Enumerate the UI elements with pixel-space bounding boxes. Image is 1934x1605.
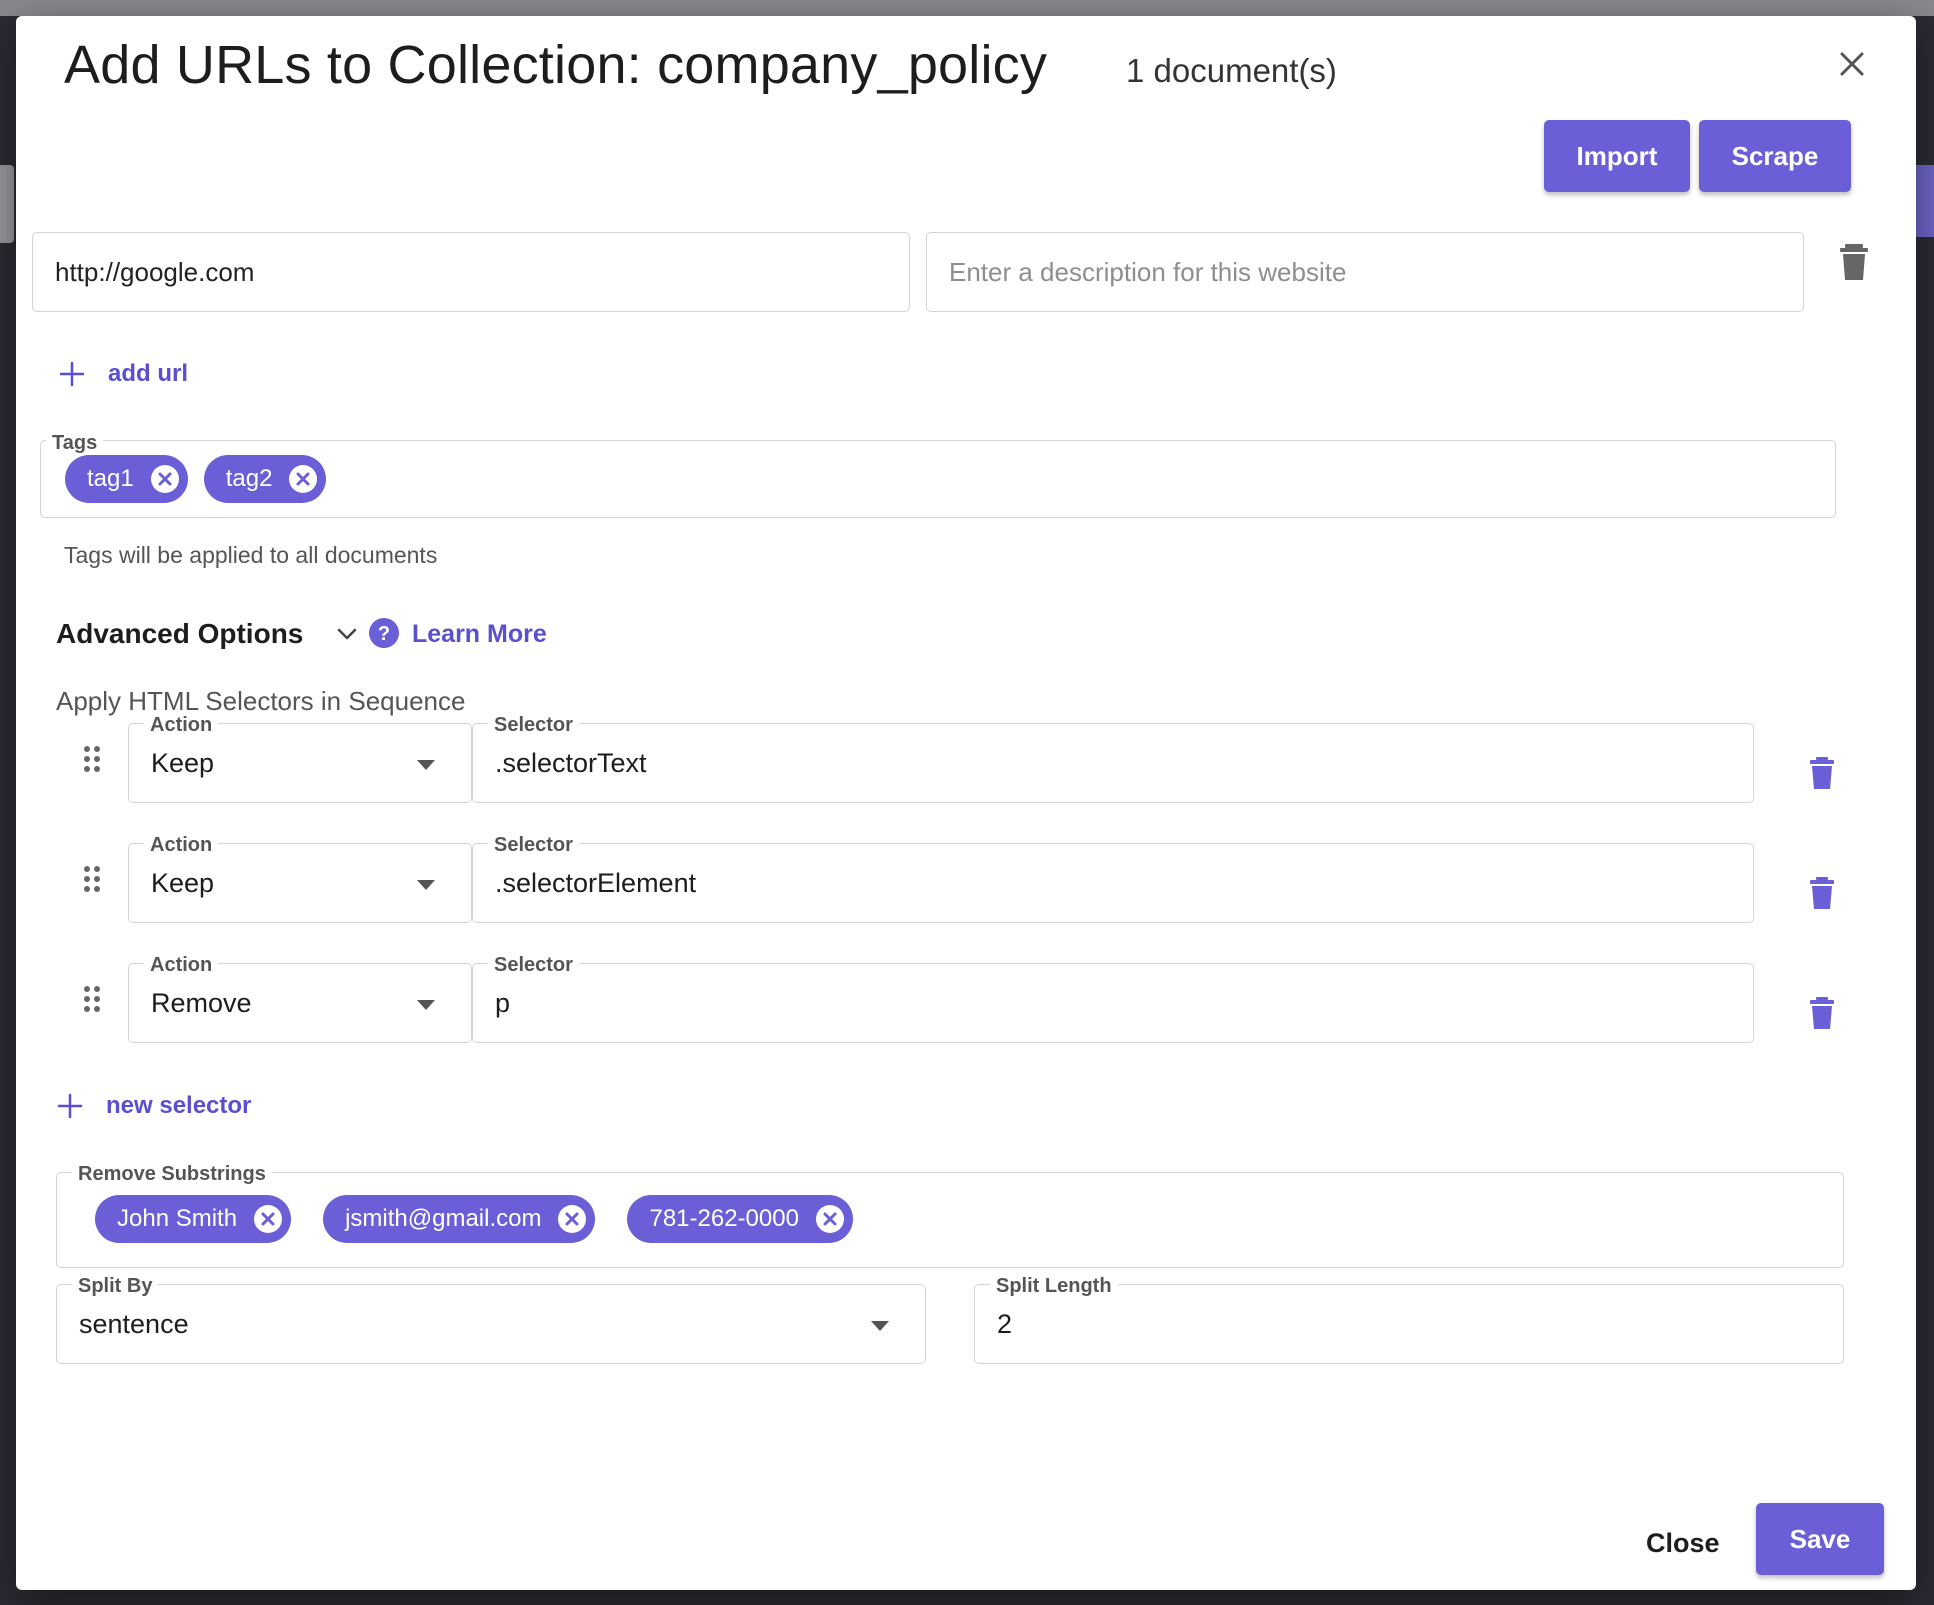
tags-hint: Tags will be applied to all documents	[64, 542, 438, 568]
substring-chip: John Smith	[95, 1195, 292, 1243]
split-by-label: Split By	[72, 1275, 159, 1298]
close-button[interactable]: Close	[1636, 1522, 1730, 1565]
save-button[interactable]: Save	[1756, 1503, 1884, 1575]
import-button[interactable]: Import	[1544, 120, 1690, 192]
backdrop-top-bar	[0, 0, 1934, 16]
close-icon[interactable]	[1832, 44, 1872, 84]
dropdown-caret-icon	[871, 1321, 889, 1331]
action-value: Keep	[151, 868, 215, 898]
substring-chip-label: jsmith@gmail.com	[345, 1205, 542, 1232]
plus-icon	[57, 1093, 83, 1119]
trash-icon[interactable]	[1808, 996, 1836, 1030]
dropdown-caret-icon	[417, 1000, 435, 1010]
chip-remove-icon[interactable]	[815, 1204, 845, 1234]
description-input[interactable]	[926, 232, 1804, 312]
selector-input[interactable]: .selectorText	[472, 723, 1754, 803]
tag-chip: tag1	[65, 455, 188, 503]
svg-text:?: ?	[378, 623, 390, 645]
apply-selectors-label: Apply HTML Selectors in Sequence	[56, 686, 466, 716]
selector-label: Selector	[488, 714, 579, 737]
remove-substrings-label: Remove Substrings	[72, 1163, 272, 1186]
substring-chip: 781-262-0000	[627, 1195, 853, 1243]
substring-chip-label: 781-262-0000	[649, 1205, 799, 1232]
chevron-down-icon[interactable]	[332, 622, 362, 646]
dropdown-caret-icon	[417, 760, 435, 770]
chip-remove-icon[interactable]	[150, 464, 180, 494]
split-length-label: Split Length	[990, 1275, 1118, 1298]
trash-icon[interactable]	[1808, 876, 1836, 910]
new-selector-label: new selector	[106, 1092, 252, 1119]
drag-handle-icon[interactable]	[82, 864, 102, 894]
action-label: Action	[144, 954, 219, 977]
remove-substrings-field[interactable]: John Smith jsmith@gmail.com 781-262-0000	[56, 1172, 1844, 1268]
selector-input[interactable]: .selectorElement	[472, 843, 1754, 923]
drag-handle-icon[interactable]	[82, 984, 102, 1014]
selector-value: p	[495, 988, 511, 1018]
selector-value: .selectorElement	[495, 868, 697, 898]
substring-chip-label: John Smith	[117, 1205, 238, 1232]
help-circle-icon: ?	[369, 618, 399, 648]
document-count: 1 document(s)	[1126, 52, 1337, 89]
dropdown-caret-icon	[417, 880, 435, 890]
split-by-select[interactable]: sentence	[56, 1284, 926, 1364]
selector-input[interactable]: p	[472, 963, 1754, 1043]
substring-chip: jsmith@gmail.com	[323, 1195, 596, 1243]
new-selector-button[interactable]: new selector	[56, 1092, 251, 1120]
split-length-value: 2	[997, 1309, 1013, 1339]
trash-icon[interactable]	[1808, 756, 1836, 790]
split-by-value: sentence	[79, 1309, 189, 1339]
action-value: Remove	[151, 988, 252, 1018]
backdrop-edge-left	[0, 165, 14, 243]
chip-remove-icon[interactable]	[288, 464, 318, 494]
dialog-title: Add URLs to Collection: company_policy	[64, 35, 1048, 95]
tags-label: Tags	[46, 432, 104, 455]
chip-remove-icon[interactable]	[557, 1204, 587, 1234]
learn-more-link[interactable]: Learn More	[412, 620, 547, 649]
tag-chip-label: tag2	[225, 465, 273, 492]
tag-chip-label: tag1	[87, 465, 134, 492]
drag-handle-icon[interactable]	[82, 744, 102, 774]
selector-label: Selector	[488, 834, 579, 857]
advanced-options-title[interactable]: Advanced Options	[56, 618, 303, 650]
tags-field[interactable]: tag1 tag2	[40, 440, 1836, 518]
chip-remove-icon[interactable]	[253, 1204, 283, 1234]
selector-label: Selector	[488, 954, 579, 977]
add-url-button[interactable]: add url	[58, 360, 188, 388]
plus-icon	[59, 361, 85, 387]
selector-value: .selectorText	[495, 748, 647, 778]
add-url-label: add url	[108, 360, 189, 387]
trash-icon[interactable]	[1836, 242, 1872, 282]
add-urls-dialog: Add URLs to Collection: company_policy 1…	[16, 16, 1916, 1590]
action-label: Action	[144, 714, 219, 737]
backdrop-edge-right	[1914, 165, 1934, 237]
action-value: Keep	[151, 748, 215, 778]
tag-chip: tag2	[203, 455, 327, 503]
scrape-button[interactable]: Scrape	[1699, 120, 1851, 192]
action-label: Action	[144, 834, 219, 857]
url-input[interactable]	[32, 232, 910, 312]
